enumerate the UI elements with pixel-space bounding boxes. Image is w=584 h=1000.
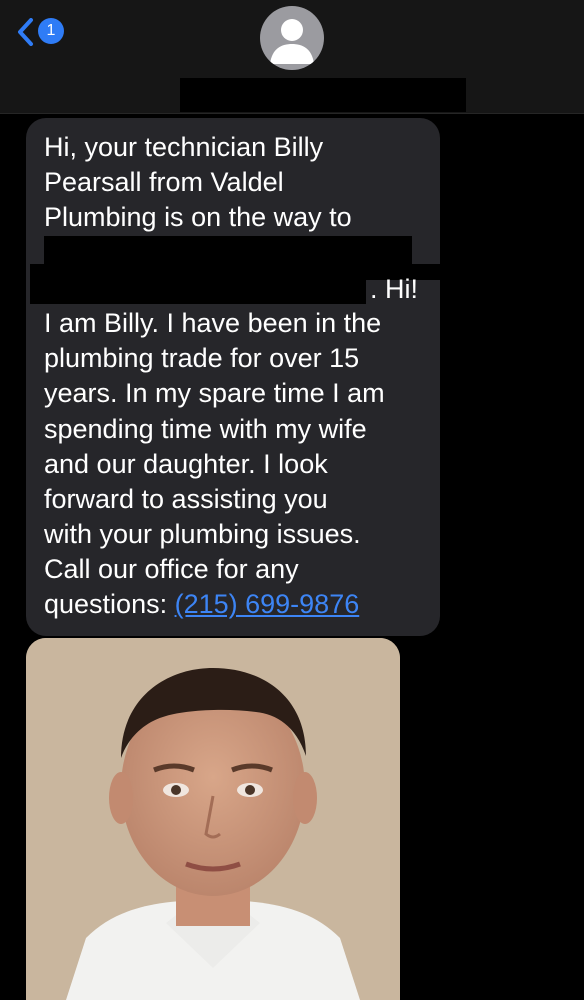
message-line: Plumbing is on the way to bbox=[44, 202, 352, 233]
message-line: and our daughter. I look bbox=[44, 448, 328, 479]
message-line: Hi, your technician Billy bbox=[44, 132, 324, 162]
message-line: spending time with my wife bbox=[44, 413, 367, 444]
message-line: years. In my spare time I am bbox=[44, 378, 385, 409]
contact-avatar[interactable] bbox=[260, 6, 324, 70]
message-fragment: . Hi! bbox=[370, 274, 419, 304]
questions-label: questions: bbox=[44, 589, 175, 620]
conversation-header: 1 bbox=[0, 0, 584, 114]
unread-badge: 1 bbox=[38, 18, 64, 44]
redaction-bar bbox=[30, 276, 366, 304]
technician-portrait-image bbox=[26, 638, 400, 1000]
message-line: Call our office for any bbox=[44, 554, 299, 585]
redacted-contact-name bbox=[180, 78, 466, 112]
chevron-left-icon bbox=[18, 18, 33, 46]
message-line: I am Billy. I have been in the bbox=[44, 307, 382, 338]
message-line: Pearsall from Valdel bbox=[44, 167, 284, 198]
message-line: plumbing trade for over 15 bbox=[44, 343, 360, 374]
person-icon bbox=[270, 19, 314, 64]
message-line: with your plumbing issues. bbox=[44, 519, 361, 550]
phone-link[interactable]: (215) 699-9876 bbox=[175, 589, 360, 619]
back-button[interactable]: 1 bbox=[16, 14, 76, 50]
technician-photo[interactable] bbox=[26, 638, 400, 1000]
message-line: forward to assisting you bbox=[44, 483, 328, 514]
message-text: Hi, your technician Billy Pearsall from … bbox=[44, 130, 434, 623]
message-line-last: questions: (215) 699-9876 bbox=[44, 587, 434, 622]
